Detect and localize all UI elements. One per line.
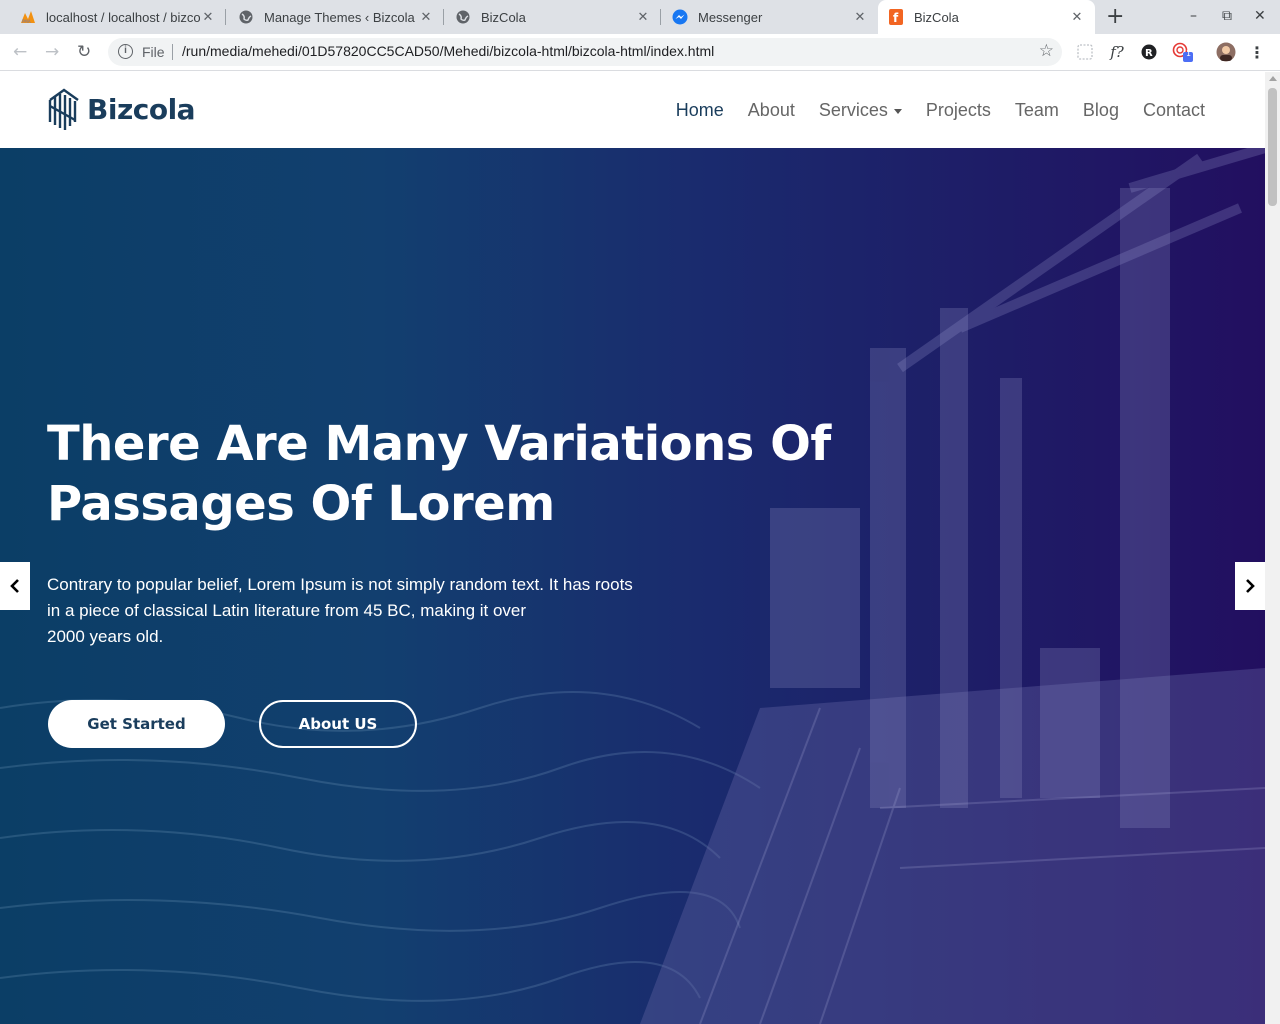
about-us-button[interactable]: About US [259,700,417,748]
browser-tab-bar: PMA localhost / localhost / bizcol ✕ Man… [0,0,1280,34]
chevron-right-icon [1246,579,1255,593]
minimize-icon[interactable]: – [1190,8,1197,24]
nav-item-blog[interactable]: Blog [1083,100,1119,121]
close-tab-icon[interactable]: ✕ [852,10,868,25]
logo-text: Bizcola [87,92,196,126]
messenger-icon [672,9,688,25]
tab-title: BizCola [481,9,526,25]
close-tab-icon[interactable]: ✕ [418,10,434,25]
restore-icon[interactable]: ⧉ [1222,8,1232,24]
svg-text:f: f [893,11,899,25]
extension-badge-count: 1 [1186,49,1192,58]
chevron-down-icon [893,108,902,114]
extension-puzzle-icon[interactable] [1076,42,1094,62]
address-divider [172,44,173,60]
nav-item-services[interactable]: Services [819,100,902,121]
forward-icon[interactable]: → [45,42,59,62]
browser-tab-messenger[interactable]: Messenger ✕ [662,0,878,34]
html5-icon: f [888,9,904,25]
back-icon[interactable]: ← [13,42,27,62]
site-header: Bizcola Home About Services Projects Tea… [0,72,1265,148]
svg-text:R: R [1145,48,1153,59]
nav-item-about[interactable]: About [748,100,795,121]
browser-tab-phpmyadmin[interactable]: PMA localhost / localhost / bizcol ✕ [10,0,226,34]
scroll-up-icon[interactable] [1269,76,1277,81]
hero-description-line-2: in a piece of classical Latin literature… [47,601,527,620]
globe-icon [455,9,471,25]
nav-item-projects[interactable]: Projects [926,100,991,121]
nav-item-services-label: Services [818,100,888,120]
hero-slider: There Are Many Variations Of Passages Of… [0,148,1265,1024]
new-tab-button[interactable]: + [1106,6,1124,28]
scrollbar-thumb[interactable] [1268,88,1277,206]
slider-next-button[interactable] [1235,562,1265,610]
browser-toolbar: ← → ↻ i File /run/media/mehedi/01D57820C… [0,34,1280,71]
globe-icon [238,9,254,25]
url-text[interactable]: /run/media/mehedi/01D57820CC5CAD50/Mehed… [182,43,714,59]
hero-title-line-1: There Are Many Variations Of [47,416,831,472]
hero-title: There Are Many Variations Of Passages Of… [47,414,867,534]
hero-description-line-3: 2000 years old. [47,627,164,646]
hero-description-line-1: Contrary to popular belief, Lorem Ipsum … [47,575,633,594]
browser-tab-manage-themes[interactable]: Manage Themes ‹ Bizcola – ✕ [228,0,444,34]
slider-prev-button[interactable] [0,562,30,610]
hero-title-line-2: Passages Of Lorem [47,476,555,532]
site-logo[interactable]: Bizcola [47,86,196,132]
close-tab-icon[interactable]: ✕ [1069,10,1085,25]
tab-title: Messenger [698,9,763,25]
tab-title: Manage Themes ‹ Bizcola – [264,9,418,25]
info-icon[interactable]: i [118,44,133,59]
tab-title: localhost / localhost / bizcol [46,9,200,25]
browser-tab-bizcola-active[interactable]: f BizCola ✕ [878,0,1095,34]
close-window-icon[interactable]: ✕ [1254,8,1266,24]
get-started-button[interactable]: Get Started [48,700,225,748]
nav-item-contact[interactable]: Contact [1143,100,1205,121]
tab-title: BizCola [914,9,959,25]
close-tab-icon[interactable]: ✕ [200,10,216,25]
browser-tab-bizcola[interactable]: BizCola ✕ [445,0,661,34]
font-finder-icon[interactable]: f? [1107,42,1127,62]
chevron-left-icon [10,579,19,593]
dark-reader-icon[interactable]: R [1140,42,1158,62]
scheme-label: File [142,44,165,60]
svg-text:PMA: PMA [22,19,31,24]
bookmark-star-icon[interactable]: ☆ [1039,41,1054,61]
logo-mark-icon [48,88,79,130]
extension-badge-icon[interactable]: 1 [1172,42,1194,62]
hero-description: Contrary to popular belief, Lorem Ipsum … [47,572,677,650]
main-nav: Home About Services Projects Team Blog C… [676,100,1205,121]
page-scrollbar[interactable] [1265,72,1280,1024]
close-tab-icon[interactable]: ✕ [635,10,651,25]
address-bar[interactable]: i File /run/media/mehedi/01D57820CC5CAD5… [108,38,1062,66]
nav-item-home[interactable]: Home [676,100,724,121]
reload-icon[interactable]: ↻ [77,42,91,62]
phpmyadmin-icon: PMA [20,9,36,25]
browser-menu-icon[interactable]: ⋮ [1249,42,1265,62]
nav-item-team[interactable]: Team [1015,100,1059,121]
profile-avatar[interactable] [1216,42,1236,62]
